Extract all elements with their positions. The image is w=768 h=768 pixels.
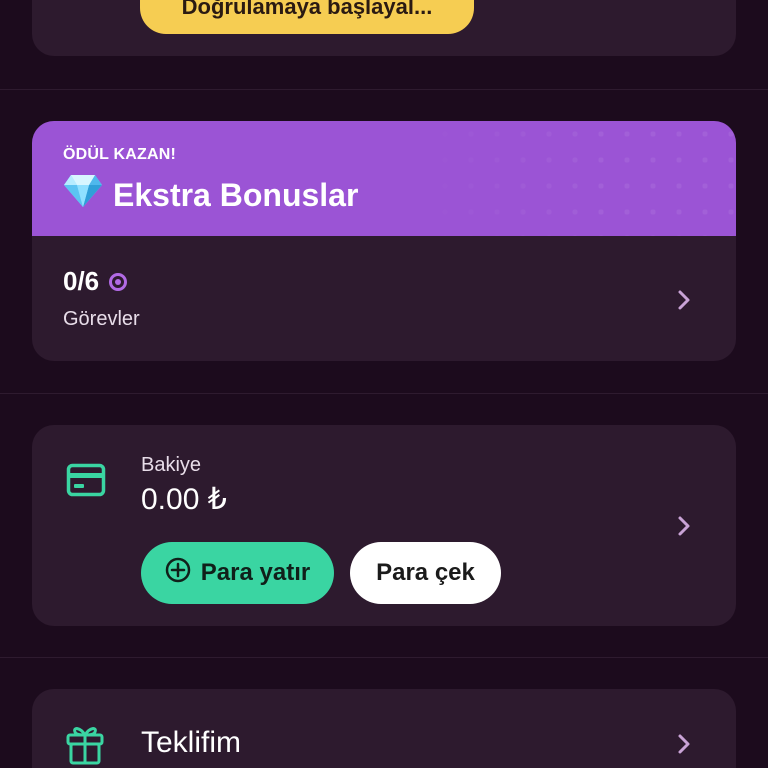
deposit-label: Para yatır — [200, 559, 311, 586]
bonus-header-pattern — [406, 121, 736, 236]
target-icon — [109, 272, 128, 291]
bonus-kicker: ÖDÜL KAZAN! — [63, 146, 177, 163]
wallet-card-icon — [66, 463, 106, 502]
section-divider — [0, 393, 768, 394]
chevron-right-icon — [672, 514, 696, 538]
bonus-tasks-row[interactable]: 0/6 Görevler — [32, 236, 736, 361]
plus-circle-icon — [165, 557, 191, 590]
section-divider — [0, 657, 768, 658]
offer-card[interactable]: Teklifim — [32, 689, 736, 768]
verification-card: Doğrulamaya başlayal... — [32, 0, 736, 56]
task-progress-value: 0/6 — [63, 266, 100, 296]
section-divider — [0, 89, 768, 90]
chevron-right-icon — [672, 288, 696, 312]
bonus-title: Ekstra Bonuslar — [63, 174, 358, 216]
extra-bonuses-card[interactable]: ÖDÜL KAZAN! Ekstra Bonuslar 0/6 Görevler — [32, 121, 736, 361]
withdraw-button[interactable]: Para çek — [350, 542, 501, 604]
deposit-button[interactable]: Para yatır — [141, 542, 334, 604]
chevron-right-icon — [672, 732, 696, 756]
balance-label: Bakiye — [141, 454, 202, 476]
balance-card[interactable]: Bakiye 0.00 ₺ Para yatır Para çek — [32, 425, 736, 626]
offer-label: Teklifim — [141, 726, 242, 759]
gift-icon — [66, 723, 104, 768]
task-label: Görevler — [63, 308, 140, 330]
account-page: Doğrulamaya başlayal... ÖDÜL KAZAN! Ekst… — [0, 0, 768, 768]
bonus-header: ÖDÜL KAZAN! Ekstra Bonuslar — [32, 121, 736, 236]
gem-icon — [63, 174, 103, 216]
start-verification-button[interactable]: Doğrulamaya başlayal... — [140, 0, 474, 34]
balance-value: 0.00 ₺ — [141, 483, 227, 516]
bonus-title-text: Ekstra Bonuslar — [113, 176, 359, 213]
task-progress: 0/6 — [63, 266, 128, 297]
